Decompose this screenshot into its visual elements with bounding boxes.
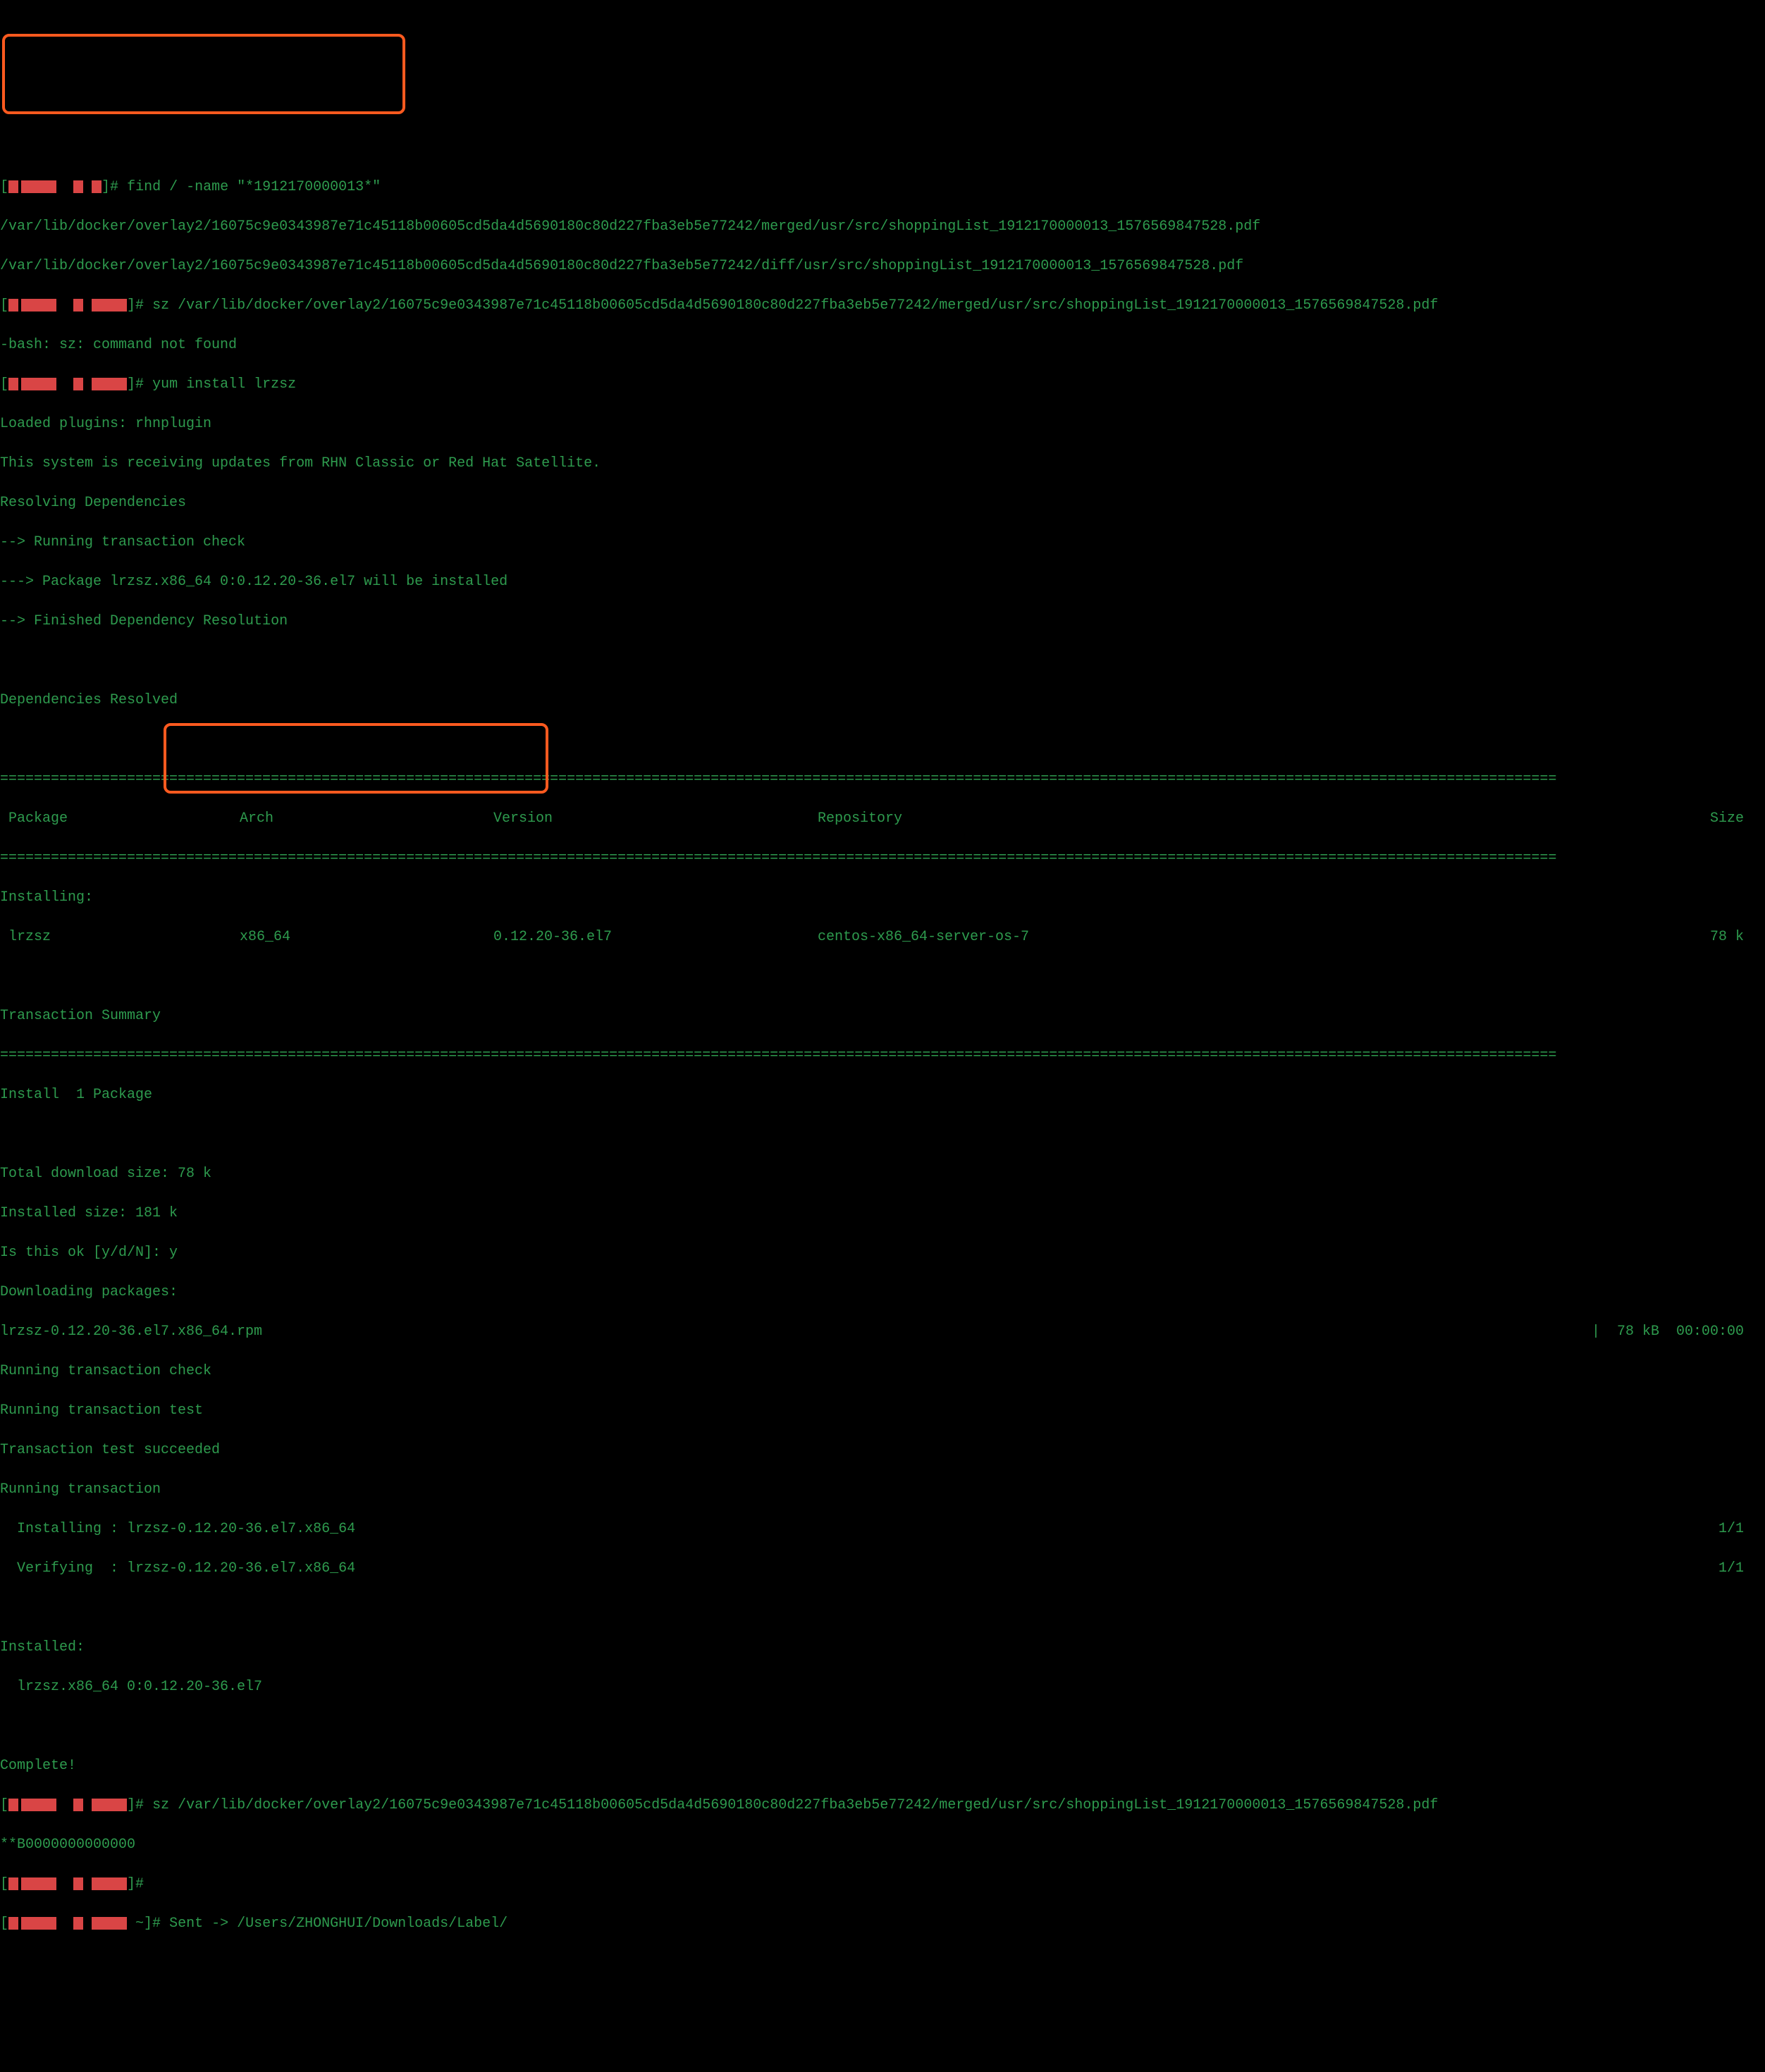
terminal-line: [ ]# <box>0 1875 1765 1894</box>
redacted <box>21 378 56 390</box>
redacted <box>8 180 18 193</box>
run-test: Running transaction test <box>0 1401 1765 1421</box>
installed-size: Installed size: 181 k <box>0 1204 1765 1223</box>
blank-line <box>0 730 1765 750</box>
dl-rpm: lrzsz-0.12.20-36.el7.x86_64.rpm <box>0 1322 262 1342</box>
table-divider: ========================================… <box>0 770 1765 789</box>
pkg-repo: centos-x86_64-server-os-7 <box>818 927 1219 947</box>
txn-succeeded: Transaction test succeeded <box>0 1441 1765 1460</box>
installing-pkg: Installing : lrzsz-0.12.20-36.el7.x86_64 <box>0 1519 355 1539</box>
redacted <box>21 299 56 312</box>
redacted <box>73 1877 83 1890</box>
redacted <box>8 1877 18 1890</box>
command-yum: yum install lrzsz <box>152 376 296 393</box>
redacted <box>92 299 127 312</box>
pkg-version: 0.12.20-36.el7 <box>493 927 818 947</box>
prompt-empty: ]# <box>127 1876 152 1892</box>
table-row: lrzszx86_640.12.20-36.el7centos-x86_64-s… <box>0 927 1765 947</box>
redacted <box>8 1917 18 1930</box>
table-installing: Installing: <box>0 888 1765 908</box>
highlight-box-1 <box>2 34 405 114</box>
redacted <box>73 180 83 193</box>
table-divider: ========================================… <box>0 1046 1765 1066</box>
install-count: Install 1 Package <box>0 1085 1765 1105</box>
redacted <box>73 1799 83 1811</box>
progress: 1/1 <box>1718 1559 1744 1579</box>
prompt: ]# <box>127 376 152 393</box>
terminal-line: [ ]# find / -name "*1912170000013*" <box>0 178 1765 197</box>
yum-plugins: Loaded plugins: rhnplugin <box>0 414 1765 434</box>
yum-resolving: Resolving Dependencies <box>0 493 1765 513</box>
pkg-name: lrzsz <box>0 927 240 947</box>
redacted <box>21 180 56 193</box>
col-repo: Repository <box>818 809 1219 829</box>
run-check: Running transaction check <box>0 1362 1765 1381</box>
pkg-size: 78 k <box>1219 927 1765 947</box>
redacted <box>73 299 83 312</box>
is-ok-prompt: Is this ok [y/d/N]: y <box>0 1243 1765 1263</box>
b-zeros: **B0000000000000 <box>0 1835 1765 1855</box>
redacted <box>92 1799 127 1811</box>
col-arch: Arch <box>240 809 493 829</box>
dl-progress: | 78 kB 00:00:00 <box>1592 1322 1744 1342</box>
blank-line <box>0 1717 1765 1737</box>
yum-finished: --> Finished Dependency Resolution <box>0 612 1765 631</box>
find-result-2: /var/lib/docker/overlay2/16075c9e0343987… <box>0 257 1765 276</box>
pkg-arch: x86_64 <box>240 927 493 947</box>
terminal-line: [ ]# sz /var/lib/docker/overlay2/16075c9… <box>0 1796 1765 1815</box>
command-sz: sz /var/lib/docker/overlay2/16075c9e0343… <box>152 297 1438 314</box>
redacted <box>92 180 102 193</box>
blank-line <box>0 651 1765 671</box>
yum-rhn: This system is receiving updates from RH… <box>0 454 1765 474</box>
command-sz2: sz /var/lib/docker/overlay2/16075c9e0343… <box>152 1797 1438 1813</box>
sent-line: Sent -> /Users/ZHONGHUI/Downloads/Label/ <box>169 1916 508 1932</box>
table-divider: ========================================… <box>0 849 1765 868</box>
installing-line: Installing : lrzsz-0.12.20-36.el7.x86_64… <box>0 1519 1765 1539</box>
terminal-line: [ ~]# Sent -> /Users/ZHONGHUI/Downloads/… <box>0 1914 1765 1934</box>
col-size: Size <box>1219 809 1765 829</box>
redacted <box>21 1799 56 1811</box>
redacted <box>92 1877 127 1890</box>
progress: 1/1 <box>1718 1519 1744 1539</box>
redacted <box>8 378 18 390</box>
complete: Complete! <box>0 1756 1765 1776</box>
prompt: ]# <box>102 179 127 195</box>
blank-line <box>0 1125 1765 1145</box>
redacted <box>92 378 127 390</box>
total-download: Total download size: 78 k <box>0 1164 1765 1184</box>
terminal-line: [ ]# sz /var/lib/docker/overlay2/16075c9… <box>0 296 1765 316</box>
run-txn: Running transaction <box>0 1480 1765 1500</box>
redacted <box>21 1877 56 1890</box>
redacted <box>73 378 83 390</box>
error-bash: -bash: sz: command not found <box>0 335 1765 355</box>
table-header-row: PackageArchVersionRepositorySize <box>0 809 1765 829</box>
downloading: Downloading packages: <box>0 1283 1765 1302</box>
col-version: Version <box>493 809 818 829</box>
yum-deps-resolved: Dependencies Resolved <box>0 691 1765 710</box>
prompt: ]# <box>127 297 152 314</box>
installed-pkg: lrzsz.x86_64 0:0.12.20-36.el7 <box>0 1677 1765 1697</box>
redacted <box>8 1799 18 1811</box>
download-line: lrzsz-0.12.20-36.el7.x86_64.rpm | 78 kB 0… <box>0 1322 1765 1342</box>
verifying-line: Verifying : lrzsz-0.12.20-36.el7.x86_64 1… <box>0 1559 1765 1579</box>
redacted <box>8 299 18 312</box>
yum-check: --> Running transaction check <box>0 533 1765 553</box>
terminal-line: [ ]# yum install lrzsz <box>0 375 1765 395</box>
find-result-1: /var/lib/docker/overlay2/16075c9e0343987… <box>0 217 1765 237</box>
verifying-pkg: Verifying : lrzsz-0.12.20-36.el7.x86_64 <box>0 1559 355 1579</box>
prompt: ]# <box>127 1797 152 1813</box>
terminal[interactable]: [ ]# find / -name "*1912170000013*" /var… <box>0 79 1765 1973</box>
redacted <box>73 1917 83 1930</box>
txn-summary: Transaction Summary <box>0 1006 1765 1026</box>
installed-hdr: Installed: <box>0 1638 1765 1658</box>
col-package: Package <box>0 809 240 829</box>
command-find: find / -name "*1912170000013*" <box>127 179 381 195</box>
blank-line <box>0 1598 1765 1618</box>
blank-line <box>0 967 1765 987</box>
redacted <box>92 1917 127 1930</box>
prompt-last: ~]# <box>127 1916 169 1932</box>
yum-pkg-install: ---> Package lrzsz.x86_64 0:0.12.20-36.e… <box>0 572 1765 592</box>
redacted <box>21 1917 56 1930</box>
